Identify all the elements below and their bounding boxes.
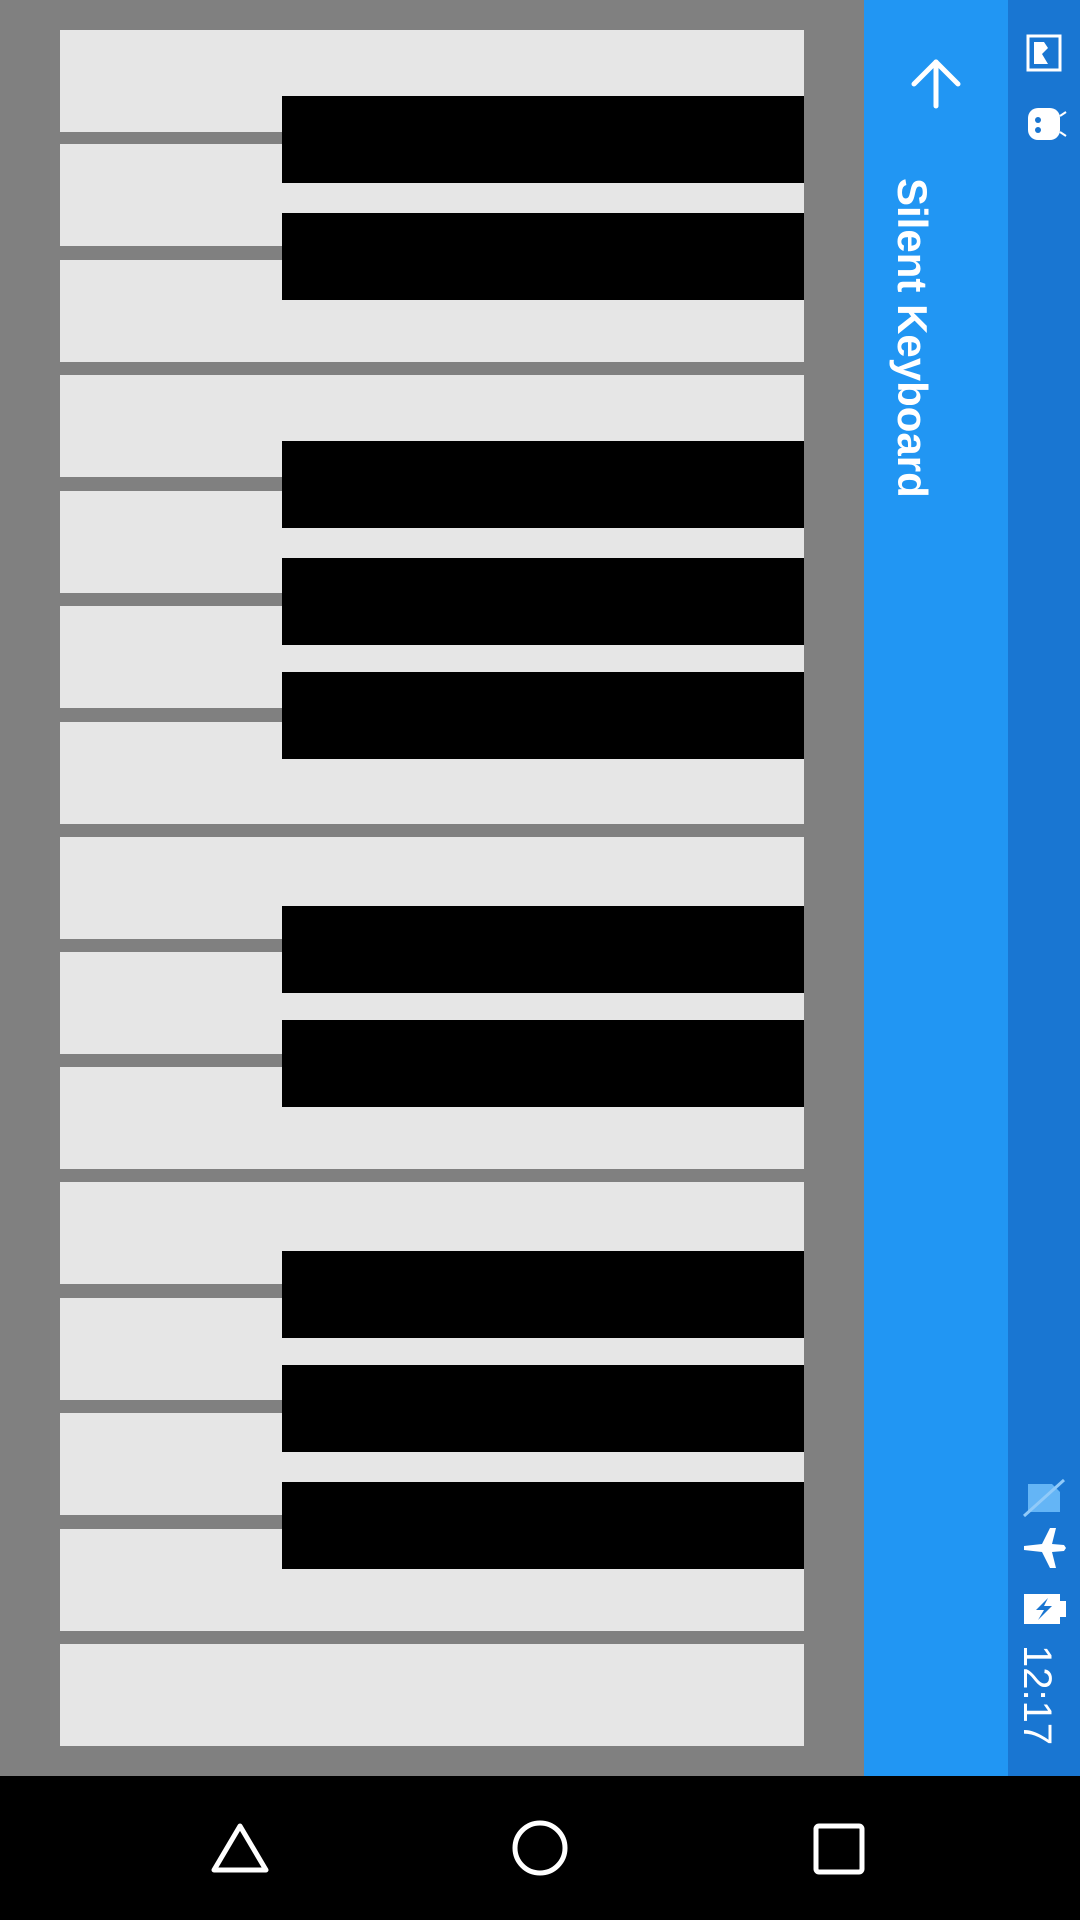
black-key[interactable] xyxy=(282,672,804,759)
app-bar xyxy=(864,0,1008,1776)
white-key[interactable] xyxy=(60,1644,804,1746)
black-key[interactable] xyxy=(282,558,804,645)
home-circle-icon xyxy=(512,1820,568,1876)
black-key[interactable] xyxy=(282,96,804,183)
battery-charging-icon xyxy=(1022,1592,1068,1626)
airplane-mode-icon xyxy=(1020,1524,1068,1572)
nav-back-button[interactable] xyxy=(210,1822,270,1874)
black-key[interactable] xyxy=(282,441,804,528)
nav-recents-button[interactable] xyxy=(812,1822,866,1876)
back-triangle-icon xyxy=(211,1823,269,1873)
back-button[interactable] xyxy=(900,48,972,120)
black-key[interactable] xyxy=(282,1482,804,1569)
arrow-back-icon xyxy=(911,59,961,109)
image-notification-icon xyxy=(1026,34,1062,72)
page-title: Silent Keyboard xyxy=(889,178,936,498)
no-sim-icon xyxy=(1022,1478,1066,1518)
recents-square-icon xyxy=(813,1823,865,1875)
status-time: 12:17 xyxy=(1015,1645,1059,1746)
black-key[interactable] xyxy=(282,1365,804,1452)
black-key[interactable] xyxy=(282,1020,804,1107)
black-key[interactable] xyxy=(282,906,804,993)
nav-home-button[interactable] xyxy=(510,1818,570,1878)
android-debug-icon xyxy=(1024,104,1068,144)
black-key[interactable] xyxy=(282,1251,804,1338)
black-key[interactable] xyxy=(282,213,804,300)
